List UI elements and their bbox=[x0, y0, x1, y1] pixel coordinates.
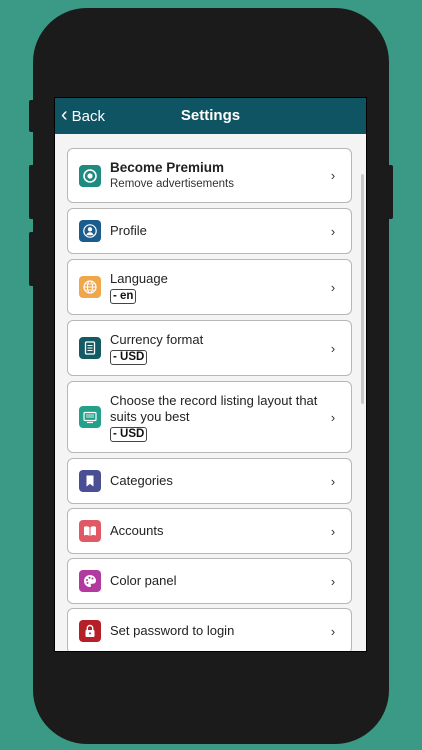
item-value: - USD bbox=[110, 349, 148, 365]
chevron-right-icon: › bbox=[330, 573, 336, 589]
page-title: Settings bbox=[180, 107, 241, 124]
settings-item-categories[interactable]: Categories › bbox=[67, 458, 352, 504]
document-icon bbox=[79, 337, 101, 359]
settings-item-password[interactable]: Set password to login › bbox=[67, 608, 352, 651]
phone-volume-up-button bbox=[29, 165, 35, 219]
item-title: Set password to login bbox=[110, 623, 235, 638]
phone-volume-down-button bbox=[29, 232, 35, 286]
item-title: Currency format bbox=[110, 331, 204, 347]
chevron-right-icon: › bbox=[330, 473, 336, 489]
chevron-right-icon: › bbox=[330, 523, 336, 539]
palette-icon bbox=[79, 570, 101, 592]
chevron-right-icon: › bbox=[330, 340, 336, 356]
item-value: - en bbox=[110, 288, 137, 304]
item-subtitle: Remove advertisements bbox=[110, 177, 234, 190]
item-title: Language bbox=[110, 270, 168, 286]
globe-icon bbox=[79, 276, 101, 298]
item-title: Become Premium bbox=[110, 159, 225, 175]
settings-item-currency[interactable]: Currency format - USD › bbox=[67, 320, 352, 376]
phone-mute-button bbox=[29, 100, 35, 132]
settings-item-profile[interactable]: Profile › bbox=[67, 208, 352, 254]
chevron-right-icon: › bbox=[330, 168, 336, 183]
chevron-right-icon: › bbox=[330, 623, 336, 639]
navigation-bar: ‹ Back Settings bbox=[55, 98, 366, 134]
settings-item-layout[interactable]: Choose the record listing layout that su… bbox=[67, 381, 352, 453]
bookmark-icon bbox=[79, 470, 101, 492]
item-title: Profile bbox=[110, 223, 147, 238]
chevron-right-icon: › bbox=[330, 223, 336, 239]
phone-power-button bbox=[387, 165, 393, 219]
profile-icon bbox=[79, 220, 101, 242]
item-title: Color panel bbox=[110, 573, 177, 588]
settings-item-color-panel[interactable]: Color panel › bbox=[67, 558, 352, 604]
item-title: Choose the record listing layout that su… bbox=[110, 392, 318, 424]
chevron-right-icon: › bbox=[330, 409, 336, 425]
settings-item-language[interactable]: Language - en › bbox=[67, 259, 352, 315]
app-screen: ‹ Back Settings Become Premium Remove ad… bbox=[54, 97, 367, 652]
settings-item-accounts[interactable]: Accounts › bbox=[67, 508, 352, 554]
settings-item-premium[interactable]: Become Premium Remove advertisements › bbox=[67, 148, 352, 203]
item-title: Categories bbox=[110, 473, 173, 488]
scrollbar[interactable] bbox=[361, 174, 364, 404]
settings-list[interactable]: Become Premium Remove advertisements › P… bbox=[55, 134, 366, 651]
book-icon bbox=[79, 520, 101, 542]
chevron-right-icon: › bbox=[330, 279, 336, 295]
item-title: Accounts bbox=[110, 523, 164, 538]
item-value: - USD bbox=[110, 426, 148, 442]
premium-icon bbox=[79, 164, 101, 187]
layout-icon bbox=[79, 406, 101, 428]
lock-icon bbox=[79, 620, 101, 642]
